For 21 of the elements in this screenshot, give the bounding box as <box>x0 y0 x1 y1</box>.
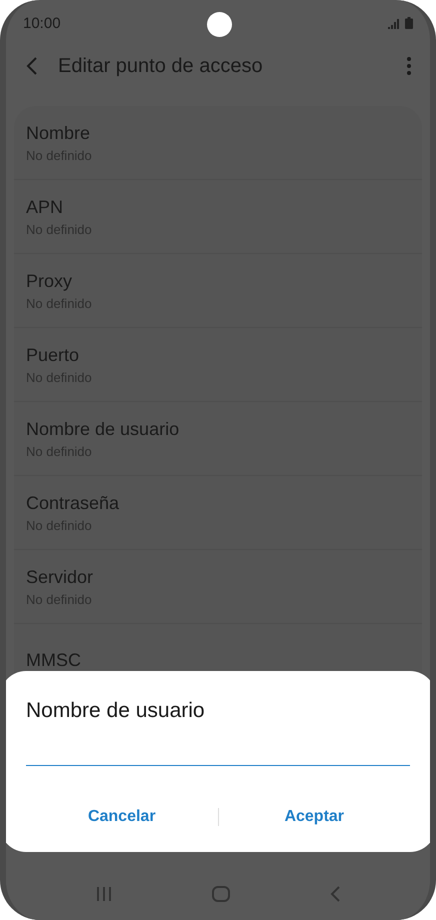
camera-hole <box>207 12 232 37</box>
field-label: Puerto <box>26 344 80 366</box>
field-label: APN <box>26 196 64 218</box>
signal-icon <box>388 17 402 29</box>
field-label: Contraseña <box>26 492 120 514</box>
status-time: 10:00 <box>23 14 61 32</box>
battery-icon <box>405 17 413 29</box>
field-label: MMSC <box>26 650 82 671</box>
field-label: Servidor <box>26 566 94 588</box>
back-icon <box>26 57 38 75</box>
field-label: Proxy <box>26 270 74 292</box>
home-icon[interactable] <box>212 886 230 902</box>
dialog-button[interactable]: Cancelar <box>26 802 218 832</box>
dialog-title: Nombre de usuario <box>26 699 206 723</box>
page-title: Editar punto de acceso <box>58 54 264 78</box>
back-icon[interactable] <box>330 886 340 902</box>
more-options-icon <box>406 56 412 76</box>
dialog-button[interactable]: Aceptar <box>218 802 410 832</box>
recent-apps-icon[interactable] <box>96 886 112 902</box>
field-label: Nombre <box>26 122 92 144</box>
field-label: Nombre de usuario <box>26 418 180 440</box>
